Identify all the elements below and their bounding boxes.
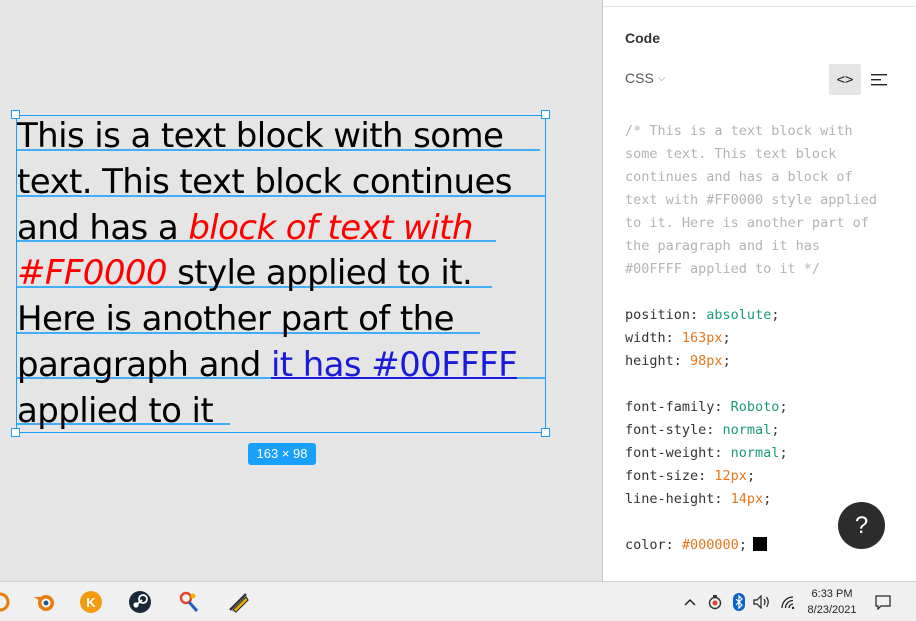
design-canvas[interactable]: This is a text block with some text. Thi… (0, 0, 602, 581)
shield-icon[interactable] (706, 593, 724, 611)
wifi-icon[interactable] (779, 593, 797, 611)
css-prop-name: height (625, 353, 674, 369)
css-prop-name: font-weight (625, 445, 715, 461)
comment-line: the paragraph and it has (625, 238, 821, 254)
language-dropdown[interactable]: CSS ⌵ (625, 70, 665, 86)
steam-icon[interactable] (126, 588, 154, 616)
css-property-line: font-style: normal; (625, 422, 780, 438)
comment-line: /* This is a text block with (625, 123, 853, 139)
css-prop-name: width (625, 330, 666, 346)
selection-frame[interactable] (16, 115, 546, 433)
dimension-badge: 163 × 98 (248, 443, 316, 465)
system-clock[interactable]: 6:33 PM 8/23/2021 (804, 586, 860, 618)
help-button[interactable]: ? (838, 502, 885, 549)
chevron-up-icon[interactable] (683, 593, 697, 611)
color-swatch[interactable] (752, 537, 767, 551)
svg-text:K: K (86, 595, 96, 610)
css-property-line: height: 98px; (625, 353, 731, 369)
text-lines-icon (871, 73, 887, 85)
notification-icon[interactable] (874, 593, 892, 611)
css-property-line: font-weight: normal; (625, 445, 788, 461)
taskbar: K 6:33 PM 8/23/2021 (0, 581, 916, 621)
comment-line: text with #FF0000 style applied (625, 192, 877, 208)
css-comment: /* This is a text block with some text. T… (625, 120, 877, 281)
css-prop-name: position (625, 307, 691, 323)
css-prop-value: normal (722, 422, 772, 438)
css-prop-value: 98px (690, 353, 723, 369)
css-property-line: line-height: 14px; (625, 491, 772, 507)
code-panel: Code CSS ⌵ <> /* This is a text block wi… (602, 0, 916, 581)
inkscape-icon[interactable] (224, 588, 252, 616)
css-color-prop: color: #000000; (625, 534, 767, 557)
css-prop-value: normal (730, 445, 780, 461)
css-prop-name: line-height (625, 491, 715, 507)
resize-handle-top-left[interactable] (11, 110, 20, 119)
css-prop-name: font-size (625, 468, 699, 484)
partial-app-icon[interactable] (0, 588, 14, 616)
comment-line: to it. Here is another part of (625, 215, 869, 231)
clock-date: 8/23/2021 (807, 604, 857, 616)
comment-line: #00FFFF applied to it */ (625, 261, 821, 277)
css-prop-value: 12px (714, 468, 747, 484)
language-label: CSS (625, 70, 654, 86)
css-prop-name: font-style (625, 422, 707, 438)
code-brackets-icon: <> (836, 71, 854, 88)
bluetooth-icon[interactable] (732, 593, 746, 611)
css-property-line: font-family: Roboto; (625, 399, 788, 415)
chevron-down-icon: ⌵ (657, 72, 666, 84)
css-property-line: position: absolute; (625, 307, 780, 323)
css-property-line: font-size: 12px; (625, 468, 756, 484)
volume-icon[interactable] (752, 593, 772, 611)
css-prop-name: font-family (625, 399, 715, 415)
css-prop-value: Roboto (730, 399, 780, 415)
resize-handle-bottom-right[interactable] (541, 428, 550, 437)
css-prop-value: 14px (730, 491, 764, 507)
code-view-button[interactable]: <> (829, 64, 861, 95)
clock-time: 6:33 PM (811, 588, 853, 600)
resize-handle-top-right[interactable] (541, 110, 550, 119)
tool-app-icon[interactable] (175, 588, 203, 616)
panel-divider (603, 6, 916, 7)
blender-icon[interactable] (30, 588, 58, 616)
comment-line: continues and has a block of (625, 169, 853, 185)
list-view-button[interactable] (865, 64, 893, 95)
resize-handle-bottom-left[interactable] (11, 428, 20, 437)
color-prop-name: color (625, 537, 666, 553)
css-layout-props: position: absolute; width: 163px; height: … (625, 304, 779, 373)
css-prop-value: absolute (706, 307, 772, 323)
k-app-icon[interactable]: K (77, 588, 105, 616)
panel-title: Code (625, 30, 660, 46)
css-property-line: width: 163px; (625, 330, 731, 346)
css-font-props: font-family: Roboto; font-style: normal; f… (625, 396, 788, 511)
color-prop-value: #000000 (681, 537, 739, 553)
comment-line: some text. This text block (625, 146, 837, 162)
css-prop-value: 163px (681, 330, 723, 346)
